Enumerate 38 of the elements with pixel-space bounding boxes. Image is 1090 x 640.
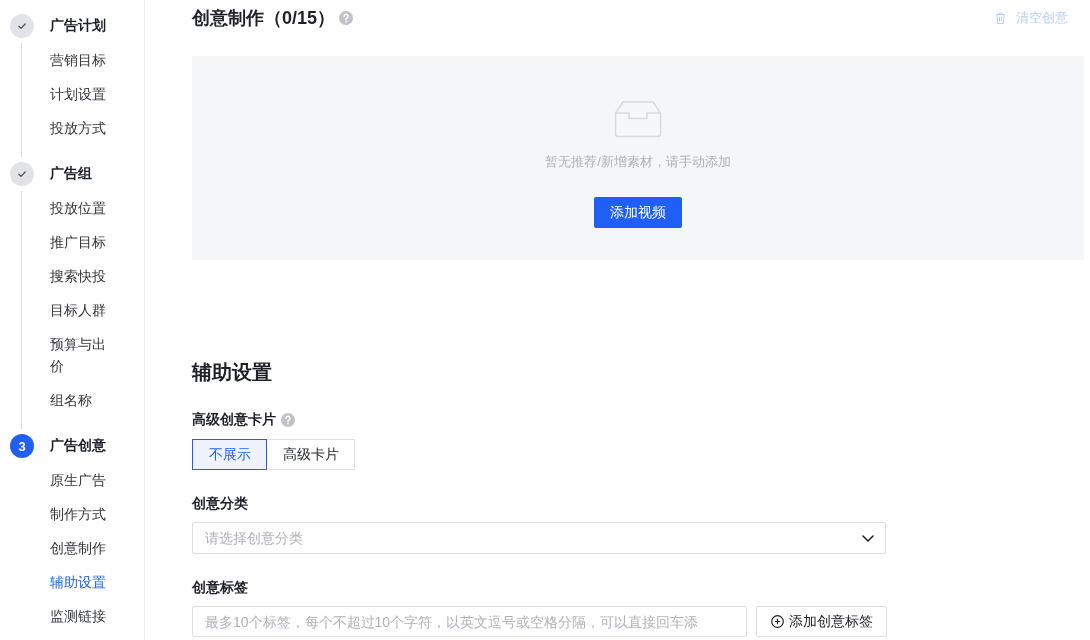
- add-tag-button[interactable]: 添加创意标签: [756, 606, 887, 637]
- sidebar-item[interactable]: 制作方式: [50, 497, 110, 531]
- sidebar-item[interactable]: 搜索快投: [50, 259, 110, 293]
- segment-option[interactable]: 高级卡片: [267, 439, 355, 470]
- sidebar-item[interactable]: 投放位置: [50, 191, 110, 225]
- section-title: 辅助设置: [192, 360, 272, 385]
- trash-icon: [995, 12, 1006, 24]
- tag-input-field[interactable]: 最多10个标签，每个不超过10个字符，以英文逗号或空格分隔，可以直接回车添: [192, 606, 747, 637]
- chevron-down-icon: [862, 535, 874, 542]
- field-label: 创意标签: [192, 579, 248, 597]
- sidebar-item[interactable]: 推广目标: [50, 225, 110, 259]
- plus-circle-icon: [770, 615, 784, 628]
- check-icon: [10, 162, 34, 186]
- help-icon: [339, 11, 354, 25]
- step-title: 广告计划: [50, 17, 106, 35]
- sidebar-item[interactable]: 计划设置: [50, 77, 110, 111]
- empty-message: 暂无推荐/新增素材，请手动添加: [545, 153, 731, 171]
- sidebar-item[interactable]: 投放方式: [50, 111, 110, 145]
- step-title: 广告组: [50, 165, 92, 183]
- sidebar-item[interactable]: 组名称: [50, 383, 110, 417]
- sidebar-item[interactable]: 目标人群: [50, 293, 110, 327]
- section-title: 创意制作（0/15）: [192, 7, 336, 30]
- check-icon: [10, 14, 34, 38]
- step-number: 3: [10, 434, 34, 458]
- sidebar-item[interactable]: 预算与出价: [50, 327, 110, 383]
- add-video-button[interactable]: 添加视频: [594, 197, 682, 228]
- step-title: 广告创意: [50, 437, 106, 455]
- sidebar-item[interactable]: 监测链接: [50, 599, 110, 633]
- category-select[interactable]: 请选择创意分类: [192, 522, 886, 554]
- inbox-icon: [614, 100, 662, 138]
- help-icon: [281, 413, 295, 427]
- sidebar-item[interactable]: 创意制作: [50, 531, 110, 565]
- sidebar-item[interactable]: 原生广告: [50, 463, 110, 497]
- field-label: 创意分类: [192, 495, 248, 513]
- field-label: 高级创意卡片: [192, 411, 276, 429]
- sidebar-item[interactable]: 营销目标: [50, 43, 110, 77]
- sidebar-item[interactable]: 辅助设置: [50, 565, 110, 599]
- segment-option[interactable]: 不展示: [192, 439, 267, 470]
